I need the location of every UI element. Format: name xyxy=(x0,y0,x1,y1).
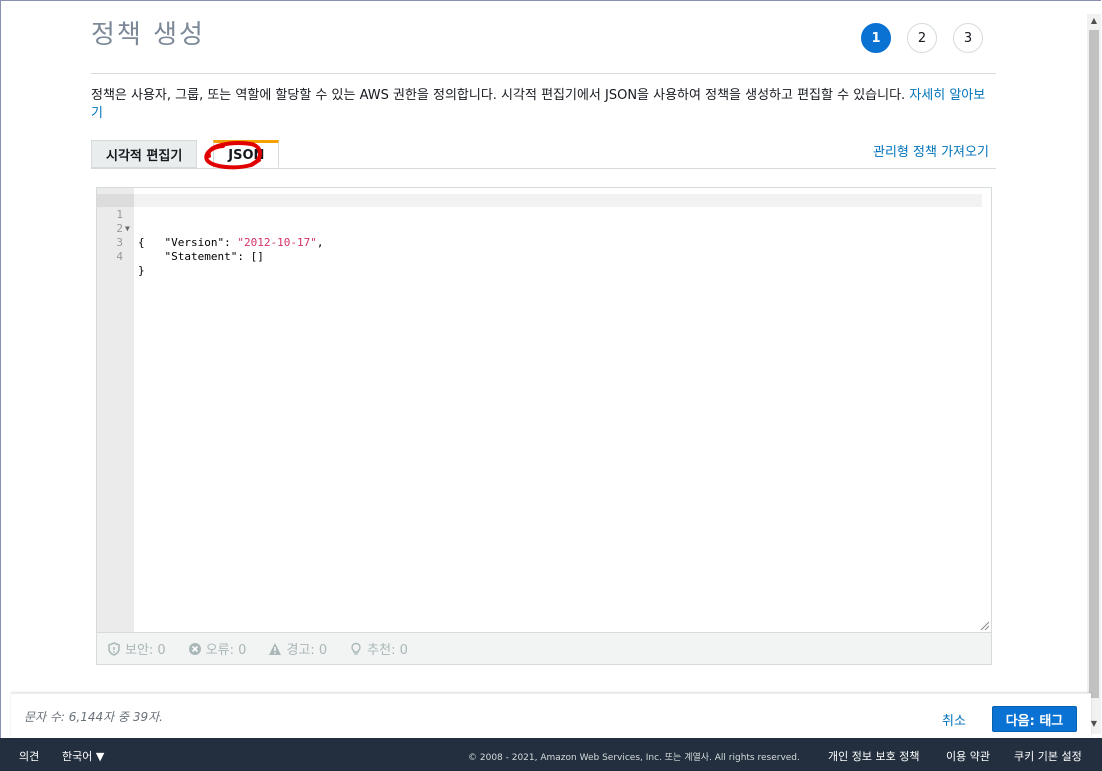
tab-json[interactable]: JSON xyxy=(213,140,280,168)
terms-link[interactable]: 이용 약관 xyxy=(946,748,990,764)
json-string: "2012-10-17" xyxy=(237,236,317,249)
status-warnings[interactable]: 경고: 0 xyxy=(268,639,327,658)
code-line: 3 "Statement": [] xyxy=(97,222,263,263)
code-line: 2 "Version": "2012-10-17", xyxy=(97,208,323,249)
description-text: 정책은 사용자, 그룹, 또는 역할에 할당할 수 있는 AWS 권한을 정의합… xyxy=(91,88,906,103)
editor-tabs: 시각적 편집기 JSON xyxy=(91,140,280,168)
step-1[interactable]: 1 xyxy=(861,23,891,53)
status-suggestions[interactable]: 추천: 0 xyxy=(349,639,408,658)
cookie-preferences-link[interactable]: 쿠키 기본 설정 xyxy=(1014,748,1082,764)
status-security[interactable]: 보안: 0 xyxy=(107,639,166,658)
copyright-text: © 2008 - 2021, Amazon Web Services, Inc.… xyxy=(468,753,800,763)
json-punct: , xyxy=(316,236,324,249)
cancel-button[interactable]: 취소 xyxy=(942,710,966,729)
scrollbar-thumb[interactable] xyxy=(1089,30,1099,698)
status-suggestions-label: 추천: 0 xyxy=(367,643,408,658)
feedback-link[interactable]: 의견 xyxy=(19,748,39,764)
status-errors-label: 오류: 0 xyxy=(205,643,247,658)
status-security-label: 보안: 0 xyxy=(125,643,166,658)
error-icon xyxy=(188,642,201,655)
next-tags-button[interactable]: 다음: 태그 xyxy=(992,706,1077,732)
warning-icon xyxy=(269,642,282,655)
status-warnings-label: 경고: 0 xyxy=(286,643,328,658)
step-3[interactable]: 3 xyxy=(953,23,983,53)
status-errors[interactable]: 오류: 0 xyxy=(188,639,247,658)
page-description: 정책은 사용자, 그룹, 또는 역할에 할당할 수 있는 AWS 권한을 정의합… xyxy=(91,87,996,123)
page-title: 정책 생성 xyxy=(91,20,205,50)
resize-grip-icon[interactable] xyxy=(980,621,989,630)
code-text: "Statement": [] xyxy=(138,250,264,263)
tab-divider xyxy=(91,168,996,169)
title-divider xyxy=(91,73,996,74)
scroll-up-arrow-icon[interactable]: ▲ xyxy=(1089,16,1099,26)
editor-active-line xyxy=(134,194,982,207)
json-key: "Version": xyxy=(138,236,238,249)
step-2[interactable]: 2 xyxy=(907,23,937,53)
tab-visual-editor[interactable]: 시각적 편집기 xyxy=(91,140,198,168)
import-managed-policy-link[interactable]: 관리형 정책 가져오기 xyxy=(873,141,989,160)
privacy-policy-link[interactable]: 개인 정보 보호 정책 xyxy=(828,748,919,764)
code-text: } xyxy=(138,264,145,277)
lightbulb-icon xyxy=(351,642,361,655)
json-editor[interactable]: 1 ▼ { 2 "Version": "2012-10-17", 3 "Stat… xyxy=(96,187,992,633)
validation-status-bar: 보안: 0 오류: 0 경고: 0 추천: 0 xyxy=(96,633,992,665)
line-number: 4 xyxy=(116,250,123,263)
footer: 의견 한국어 ▼ © 2008 - 2021, Amazon Web Servi… xyxy=(0,738,1102,771)
character-count: 문자 수: 6,144자 중 39자. xyxy=(24,710,163,724)
fold-arrow-icon[interactable]: ▼ xyxy=(125,222,130,236)
code-text: "Version": "2012-10-17", xyxy=(138,236,323,250)
code-line: 4 } xyxy=(97,236,144,277)
action-bar: 문자 수: 6,144자 중 39자. 취소 다음: 태그 xyxy=(11,693,1091,739)
wizard-steps: 1 2 3 xyxy=(861,23,983,53)
shield-icon xyxy=(108,641,120,656)
language-selector[interactable]: 한국어 ▼ xyxy=(62,748,104,764)
code-line: 1 ▼ { xyxy=(97,194,144,249)
